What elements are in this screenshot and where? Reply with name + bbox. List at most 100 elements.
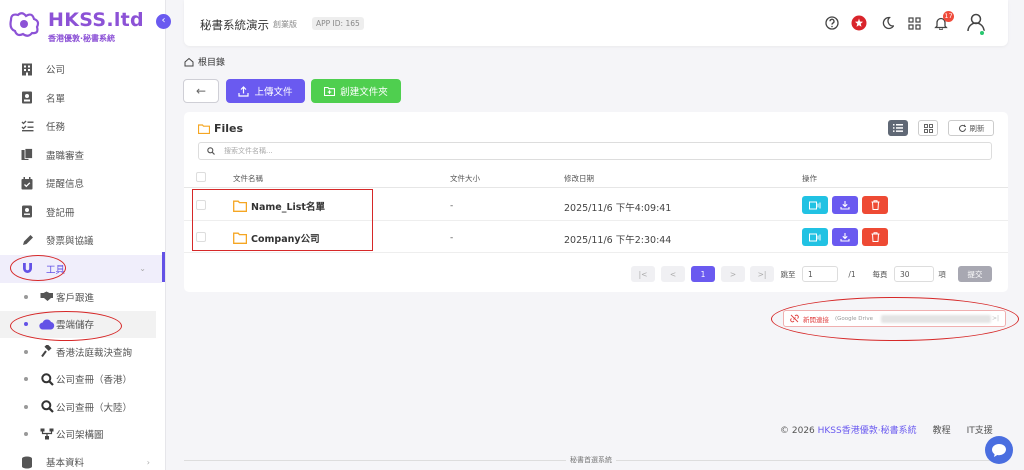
footer-support-link[interactable]: IT支援 [967,423,993,436]
chat-icon [992,443,1006,457]
sidebar-subitem-company-search-hk[interactable]: 公司查冊（香港） [0,366,165,394]
sidebar-item-tasks[interactable]: 任務 [0,112,165,141]
pager-jump-input[interactable]: 1 [802,266,838,282]
search-icon [207,147,215,155]
unlink-icon [790,314,799,323]
breadcrumb[interactable]: 根目錄 [184,55,225,68]
footer-tutorial-link[interactable]: 教程 [933,423,951,436]
active-indicator [162,252,165,282]
sidebar-item-company[interactable]: 公司 [0,55,165,84]
pager-next-button[interactable]: > [721,266,745,282]
footer: © 2026 HKSS香港優敦·秘書系統 教程 IT支援 [780,423,993,436]
sidebar-item-invoices[interactable]: 發票與協議 [0,226,165,255]
sidebar-item-label: 任務 [46,122,66,134]
download-icon [840,201,850,210]
sidebar-item-label: 基本資料 [46,458,85,470]
bullet-dot [24,404,28,409]
notification-badge: 17 [943,11,954,22]
sidebar-item-register[interactable]: 登記冊 [0,198,165,227]
file-date: 2025/11/6 下午4:09:41 [564,203,672,214]
annotation-ellipse [10,255,66,281]
sidebar-collapse-button[interactable]: ‹ [156,14,171,29]
file-size: - [450,201,454,211]
logo[interactable]: HKSS.ltd 香港優敦·秘書系統 [8,9,144,43]
pen-icon [20,233,34,247]
pager-last-button[interactable]: >| [750,266,774,282]
online-status-dot [979,30,985,36]
files-title-label: Files [214,122,244,135]
download-button[interactable] [832,196,858,214]
sidebar-item-label: 發票與協議 [46,236,94,248]
pager-unit-label: 項 [938,269,946,279]
redacted-link [881,315,991,323]
pager-prev-button[interactable]: < [661,266,685,282]
column-header-size[interactable]: 文件大小 [450,173,480,184]
upload-icon [238,85,250,97]
sidebar-item-basic-info[interactable]: 基本資料 › [0,448,165,470]
sidebar-subitem-company-search-cn[interactable]: 公司查冊（大陸） [0,393,165,421]
bullet-dot [24,432,28,437]
sidebar-subitem-org-chart[interactable]: 公司架構圖 [0,421,165,449]
files-title: Files [198,122,243,135]
sidebar-subitem-label: 公司架構圖 [56,430,104,442]
sidebar-item-label: 盡職審查 [46,150,85,162]
column-header-name[interactable]: 文件名稱 [233,173,263,184]
hk-flag-icon[interactable] [850,14,868,32]
upload-button-label: 上傳文件 [254,87,293,98]
home-icon [184,57,194,66]
sidebar: HKSS.ltd 香港優敦·秘書系統 公司 名單 任務 盡職審查 提醒信息 登記… [0,0,166,470]
sidebar-subitem-label: 公司查冊（大陸） [56,402,133,414]
download-icon [840,233,850,242]
sidebar-item-label: 名單 [46,93,66,105]
pager-first-button[interactable]: |< [631,266,655,282]
sidebar-subitem-hk-court-search[interactable]: 香港法庭裁決查詢 [0,338,165,366]
sidebar-subitem-label: 公司查冊（香港） [56,375,133,387]
annotation-rectangle [192,189,373,251]
pager-total-pages: /1 [848,269,856,279]
handshake-icon [39,290,55,304]
folder-icon [198,123,210,134]
refresh-label: 刷新 [969,123,985,133]
column-header-date[interactable]: 修改日期 [564,173,594,184]
app-id-badge: APP ID: 165 [312,17,364,30]
grid-view-button[interactable] [918,120,938,136]
select-all-checkbox[interactable] [196,172,206,182]
create-folder-button[interactable]: 創建文件夾 [311,79,401,103]
upload-file-button[interactable]: 上傳文件 [226,79,305,103]
pager-submit-button[interactable]: 提交 [958,266,992,282]
sidebar-subitem-label: 客戶跟進 [56,292,95,304]
gavel-icon [39,345,55,359]
dark-mode-icon[interactable] [878,14,896,32]
sidebar-item-due-diligence[interactable]: 盡職審查 [0,141,165,170]
download-button[interactable] [832,228,858,246]
search-icon [39,400,55,414]
apps-grid-icon[interactable] [905,14,923,32]
new-link-end: >| [991,315,999,322]
sidebar-item-reminders[interactable]: 提醒信息 [0,169,165,198]
chevron-right-icon: › [146,457,150,467]
search-placeholder: 搜索文件名稱... [224,147,273,155]
back-button[interactable]: ← [183,79,219,103]
delete-button[interactable] [862,228,888,246]
delete-button[interactable] [862,196,888,214]
sidebar-subitem-client-followup[interactable]: 客戶跟進 [0,283,165,311]
refresh-button[interactable]: 刷新 [948,120,994,136]
help-icon[interactable] [823,14,841,32]
sidebar-subitem-label: 香港法庭裁決查詢 [56,347,133,359]
breadcrumb-label: 根目錄 [198,58,226,68]
pager-per-page-input[interactable]: 30 [894,266,934,282]
logo-title: HKSS.ltd [48,9,144,31]
footer-brand-link[interactable]: HKSS香港優敦·秘書系統 [818,426,917,436]
sidebar-item-list[interactable]: 名單 [0,84,165,113]
trash-icon [871,200,879,210]
contact-card-icon [20,91,34,105]
new-link-field[interactable]: 新開連接 (Google Drive >| [783,310,1006,327]
documents-icon [20,148,34,162]
chat-support-button[interactable] [985,436,1013,464]
file-size: - [450,233,454,243]
list-view-button[interactable] [888,120,908,136]
pager-current-page[interactable]: 1 [691,266,715,282]
file-search-input[interactable]: 搜索文件名稱... [198,142,992,160]
share-button[interactable] [802,228,828,246]
share-button[interactable] [802,196,828,214]
